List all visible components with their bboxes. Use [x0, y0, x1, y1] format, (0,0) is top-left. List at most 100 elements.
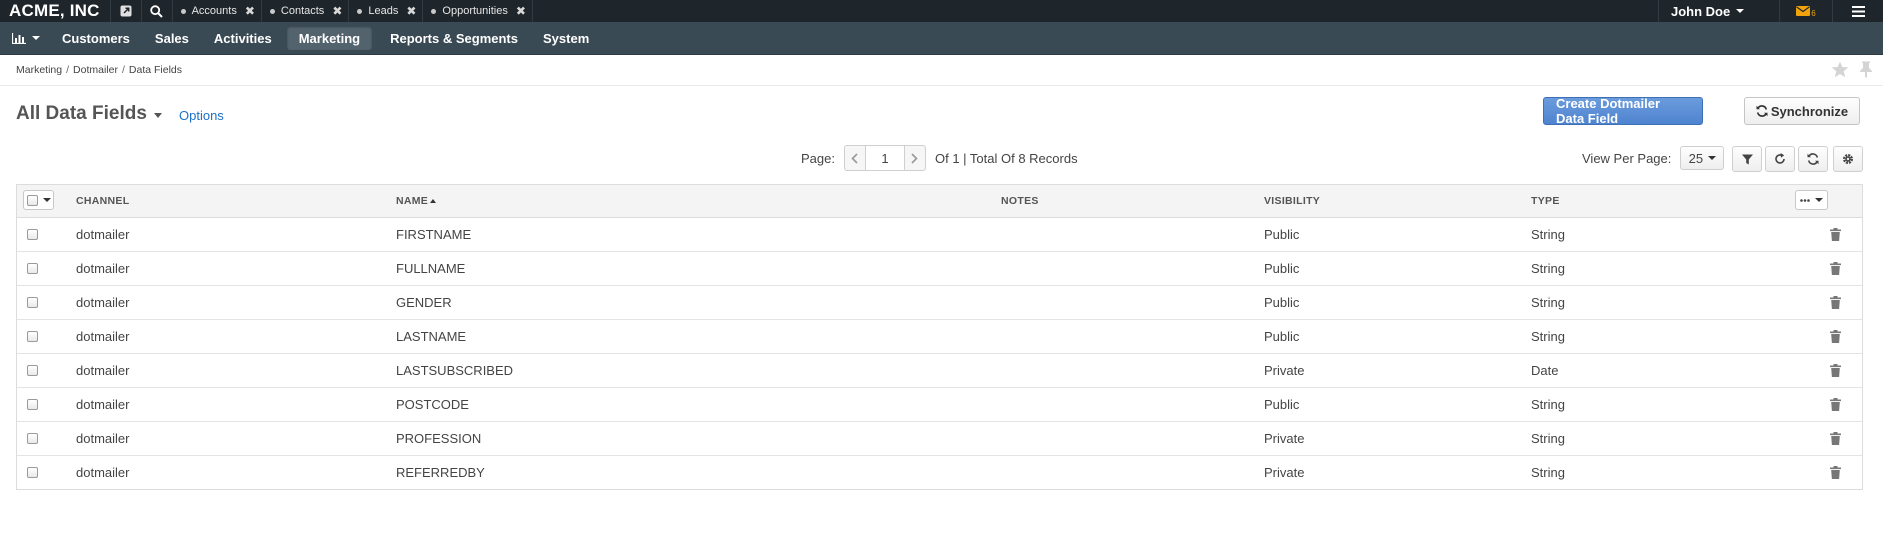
- user-menu[interactable]: John Doe: [1658, 0, 1779, 22]
- delete-button[interactable]: [1830, 422, 1841, 455]
- cell-name: GENDER: [396, 295, 452, 310]
- bullet-icon: [269, 8, 275, 14]
- main-menu-button[interactable]: [1832, 0, 1883, 22]
- cell-channel: dotmailer: [76, 295, 130, 310]
- bullet-icon: [357, 8, 363, 14]
- per-page-select[interactable]: 25: [1680, 146, 1725, 170]
- delete-button[interactable]: [1830, 320, 1841, 353]
- delete-button[interactable]: [1830, 354, 1841, 387]
- table-row[interactable]: dotmailer REFERREDBY Private String: [17, 456, 1862, 489]
- delete-button[interactable]: [1830, 388, 1841, 421]
- filter-icon: [1741, 154, 1753, 164]
- column-manager-button[interactable]: [1795, 190, 1828, 210]
- app-logo[interactable]: ACME, INC: [0, 0, 110, 22]
- cell-type: String: [1531, 431, 1565, 446]
- search-button[interactable]: [140, 0, 172, 22]
- refresh-icon: [1775, 153, 1785, 164]
- pinned-tab-contacts[interactable]: Contacts ✖: [262, 0, 350, 22]
- sort-ascending-icon: [430, 199, 437, 203]
- chevron-down-icon: [1815, 198, 1823, 202]
- close-icon[interactable]: ✖: [516, 4, 526, 18]
- table-row[interactable]: dotmailer POSTCODE Public String: [17, 388, 1862, 422]
- data-fields-grid: CHANNEL NAME NOTES VISIBILITY TYPE dotma…: [16, 184, 1863, 490]
- nav-customers[interactable]: Customers: [50, 26, 142, 50]
- pinned-tab-opportunities[interactable]: Opportunities ✖: [423, 0, 533, 22]
- next-page-button[interactable]: [905, 146, 925, 170]
- close-icon[interactable]: ✖: [332, 4, 342, 18]
- cell-name: PROFESSION: [396, 431, 482, 446]
- trash-icon: [1830, 330, 1841, 343]
- select-all-checkbox[interactable]: [26, 194, 38, 206]
- cell-type: String: [1531, 261, 1565, 276]
- external-link-icon: [120, 5, 132, 17]
- row-checkbox[interactable]: [27, 365, 38, 376]
- table-row[interactable]: dotmailer PROFESSION Private String: [17, 422, 1862, 456]
- delete-button[interactable]: [1830, 252, 1841, 285]
- pinned-tab-accounts[interactable]: Accounts ✖: [173, 0, 262, 22]
- table-row[interactable]: dotmailer FULLNAME Public String: [17, 252, 1862, 286]
- row-checkbox[interactable]: [27, 331, 38, 342]
- row-checkbox[interactable]: [27, 297, 38, 308]
- nav-activities[interactable]: Activities: [202, 26, 284, 50]
- table-row[interactable]: dotmailer GENDER Public String: [17, 286, 1862, 320]
- prev-page-button[interactable]: [845, 146, 865, 170]
- row-checkbox[interactable]: [27, 399, 38, 410]
- per-page-value: 25: [1688, 150, 1704, 166]
- close-icon[interactable]: ✖: [245, 4, 255, 18]
- row-checkbox-cell: [27, 388, 38, 421]
- bullet-icon: [180, 8, 186, 14]
- grid-settings-button[interactable]: [1833, 146, 1863, 172]
- pinned-tab-leads[interactable]: Leads ✖: [349, 0, 424, 22]
- page-label: Page:: [801, 150, 835, 166]
- page-number-input[interactable]: [864, 146, 905, 170]
- user-name: John Doe: [1671, 3, 1731, 19]
- star-icon[interactable]: [1831, 61, 1849, 78]
- nav-system[interactable]: System: [531, 26, 601, 50]
- column-header-channel[interactable]: CHANNEL: [76, 185, 129, 217]
- delete-button[interactable]: [1830, 286, 1841, 319]
- options-link[interactable]: Options: [179, 108, 224, 123]
- nav-sales[interactable]: Sales: [143, 26, 201, 50]
- column-header-type[interactable]: TYPE: [1531, 185, 1560, 217]
- cell-type: String: [1531, 295, 1565, 310]
- notifications-button[interactable]: 6: [1779, 0, 1832, 22]
- column-header-name[interactable]: NAME: [396, 185, 437, 217]
- trash-icon: [1830, 466, 1841, 479]
- close-icon[interactable]: ✖: [406, 4, 416, 18]
- pinned-tabs: Accounts ✖ Contacts ✖ Leads ✖ Opportunit…: [171, 0, 533, 22]
- filter-button[interactable]: [1732, 146, 1762, 172]
- table-row[interactable]: dotmailer LASTNAME Public String: [17, 320, 1862, 354]
- row-checkbox[interactable]: [27, 229, 38, 240]
- row-checkbox-cell: [27, 422, 38, 455]
- synchronize-button[interactable]: Synchronize: [1744, 97, 1860, 125]
- delete-button[interactable]: [1830, 456, 1841, 489]
- delete-button[interactable]: [1830, 218, 1841, 251]
- cell-visibility: Public: [1264, 261, 1300, 276]
- refresh-button[interactable]: [1765, 146, 1795, 172]
- row-checkbox[interactable]: [27, 263, 38, 274]
- reset-button[interactable]: [1798, 146, 1828, 172]
- cell-channel: dotmailer: [76, 363, 130, 378]
- row-checkbox[interactable]: [27, 433, 38, 444]
- trash-icon: [1830, 398, 1841, 411]
- chevron-down-icon: [1708, 156, 1717, 160]
- nav-marketing[interactable]: Marketing: [286, 26, 373, 50]
- page-title[interactable]: All Data Fields: [16, 103, 162, 125]
- row-checkbox-cell: [27, 354, 38, 387]
- table-row[interactable]: dotmailer FIRSTNAME Public String: [17, 218, 1862, 252]
- cell-channel: dotmailer: [76, 465, 130, 480]
- chevron-down-icon: [32, 36, 40, 40]
- pin-icon[interactable]: [1859, 61, 1873, 78]
- row-checkbox[interactable]: [27, 467, 38, 478]
- column-header-visibility[interactable]: VISIBILITY: [1264, 185, 1320, 217]
- column-header-notes[interactable]: NOTES: [1001, 185, 1039, 217]
- grid-header: CHANNEL NAME NOTES VISIBILITY TYPE: [17, 185, 1862, 218]
- create-data-field-button[interactable]: Create Dotmailer Data Field: [1543, 96, 1703, 126]
- gear-icon: [1843, 154, 1853, 164]
- table-row[interactable]: dotmailer LASTSUBSCRIBED Private Date: [17, 354, 1862, 388]
- mass-select-dropdown[interactable]: [23, 190, 54, 210]
- dashboard-menu[interactable]: [4, 22, 50, 54]
- cell-visibility: Private: [1264, 431, 1305, 446]
- nav-reports-segments[interactable]: Reports & Segments: [378, 26, 530, 50]
- shortcuts-button[interactable]: [109, 0, 141, 22]
